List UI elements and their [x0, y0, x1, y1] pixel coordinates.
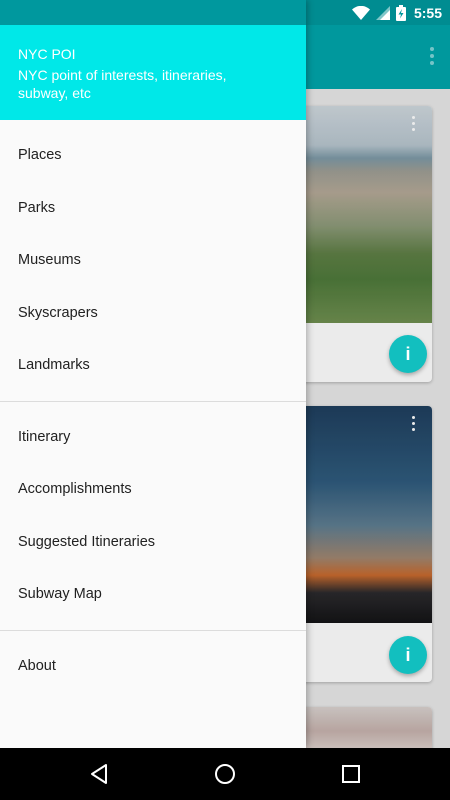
drawer-header: NYC POI NYC point of interests, itinerar…: [0, 25, 306, 120]
menu-item-itinerary[interactable]: Itinerary: [0, 411, 306, 464]
battery-charging-icon: [395, 4, 406, 21]
menu-item-subway-map[interactable]: Subway Map: [0, 568, 306, 621]
divider: [0, 629, 306, 631]
navigation-drawer: NYC POI NYC point of interests, itinerar…: [0, 0, 306, 748]
info-fab-button[interactable]: i: [389, 335, 427, 373]
menu-group-itineraries: Itinerary Accomplishments Suggested Itin…: [0, 411, 306, 621]
drawer-title: NYC POI: [18, 46, 76, 62]
recents-icon[interactable]: [339, 762, 363, 786]
status-icons: 5:55: [351, 0, 442, 25]
clock: 5:55: [413, 4, 442, 21]
menu-item-parks[interactable]: Parks: [0, 182, 306, 235]
divider: [0, 400, 306, 402]
cell-signal-icon: [375, 5, 390, 20]
menu-item-places[interactable]: Places: [0, 129, 306, 182]
menu-item-skyscrapers[interactable]: Skyscrapers: [0, 287, 306, 340]
menu-item-museums[interactable]: Museums: [0, 234, 306, 287]
system-nav-bar: [0, 748, 450, 800]
menu-group-categories: Places Parks Museums Skyscrapers Landmar…: [0, 120, 306, 392]
menu-item-landmarks[interactable]: Landmarks: [0, 339, 306, 392]
menu-item-suggested-itineraries[interactable]: Suggested Itineraries: [0, 516, 306, 569]
drawer-status-strip: [0, 0, 306, 25]
menu-item-about[interactable]: About: [0, 640, 306, 693]
wifi-icon: [351, 5, 370, 20]
menu-item-accomplishments[interactable]: Accomplishments: [0, 463, 306, 516]
drawer-subtitle: NYC point of interests, itineraries, sub…: [18, 67, 227, 101]
home-icon[interactable]: [213, 762, 237, 786]
back-icon[interactable]: [87, 762, 111, 786]
menu-group-about: About: [0, 640, 306, 693]
info-fab-button[interactable]: i: [389, 636, 427, 674]
